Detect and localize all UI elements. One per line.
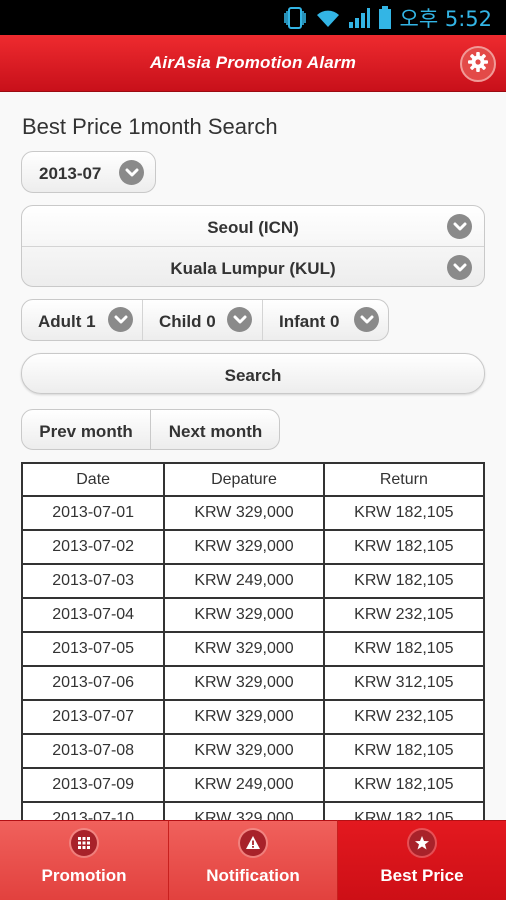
cell-return: KRW 182,105 xyxy=(322,495,486,531)
cell-return: KRW 312,105 xyxy=(322,665,486,701)
next-month-label: Next month xyxy=(168,422,263,441)
bottom-tab-bar: Promotion Notification Best Price xyxy=(0,820,506,900)
next-month-button[interactable]: Next month xyxy=(151,410,279,449)
search-button-label: Search xyxy=(224,366,282,385)
tab-promotion[interactable]: Promotion xyxy=(0,820,169,900)
cell-date: 2013-07-01 xyxy=(21,495,166,531)
child-value: Child 0 xyxy=(159,312,216,331)
cell-date: 2013-07-04 xyxy=(21,597,166,633)
origin-value: Seoul (ICN) xyxy=(207,218,299,237)
table-row: 2013-07-08 KRW 329,000 KRW 182,105 xyxy=(21,733,486,769)
cell-return: KRW 182,105 xyxy=(322,733,486,769)
warning-icon xyxy=(240,830,266,856)
chevron-down-icon xyxy=(227,307,252,332)
infant-select[interactable]: Infant 0 xyxy=(263,300,388,340)
month-navigation: Prev month Next month xyxy=(21,409,280,450)
tab-notification[interactable]: Notification xyxy=(169,820,338,900)
cell-departure: KRW 329,000 xyxy=(163,597,325,633)
table-row: 2013-07-09 KRW 249,000 KRW 182,105 xyxy=(21,767,486,803)
app-header: AirAsia Promotion Alarm xyxy=(0,35,506,92)
chevron-down-icon xyxy=(354,307,379,332)
cell-departure: KRW 329,000 xyxy=(163,529,325,565)
wifi-icon xyxy=(316,7,340,29)
cell-departure: KRW 329,000 xyxy=(163,699,325,735)
cell-return: KRW 182,105 xyxy=(322,631,486,667)
month-select[interactable]: 2013-07 xyxy=(21,151,156,193)
table-row: 2013-07-07 KRW 329,000 KRW 232,105 xyxy=(21,699,486,735)
gear-icon xyxy=(467,51,489,78)
route-selects: Seoul (ICN) Kuala Lumpur (KUL) xyxy=(21,205,485,287)
adult-value: Adult 1 xyxy=(38,312,96,331)
vibrate-icon xyxy=(282,5,308,31)
passenger-selects: Adult 1 Child 0 Infant 0 xyxy=(21,299,389,341)
search-button[interactable]: Search xyxy=(21,353,485,394)
chevron-down-icon xyxy=(447,255,472,280)
destination-value: Kuala Lumpur (KUL) xyxy=(170,259,336,278)
tab-best-price-label: Best Price xyxy=(380,866,464,885)
table-row: 2013-07-01 KRW 329,000 KRW 182,105 xyxy=(21,495,486,531)
results-table: Date Depature Return 2013-07-01 KRW 329,… xyxy=(21,462,486,820)
status-time: 오후 5:52 xyxy=(399,6,492,31)
infant-value: Infant 0 xyxy=(279,312,340,331)
cell-date: 2013-07-09 xyxy=(21,767,166,803)
tab-notification-label: Notification xyxy=(206,866,300,885)
prev-month-button[interactable]: Prev month xyxy=(22,410,151,449)
cell-departure: KRW 249,000 xyxy=(163,563,325,599)
origin-select[interactable]: Seoul (ICN) xyxy=(22,206,484,247)
signal-icon xyxy=(348,7,370,29)
chevron-down-icon xyxy=(447,214,472,239)
app-title: AirAsia Promotion Alarm xyxy=(149,53,357,72)
cell-return: KRW 182,105 xyxy=(322,529,486,565)
results-table-container[interactable]: Date Depature Return 2013-07-01 KRW 329,… xyxy=(21,462,486,820)
table-row: 2013-07-06 KRW 329,000 KRW 312,105 xyxy=(21,665,486,701)
table-row: 2013-07-03 KRW 249,000 KRW 182,105 xyxy=(21,563,486,599)
cell-departure: KRW 329,000 xyxy=(163,495,325,531)
adult-select[interactable]: Adult 1 xyxy=(22,300,143,340)
table-row: 2013-07-04 KRW 329,000 KRW 232,105 xyxy=(21,597,486,633)
cell-departure: KRW 329,000 xyxy=(163,665,325,701)
page-title: Best Price 1month Search xyxy=(22,114,278,139)
table-row: 2013-07-05 KRW 329,000 KRW 182,105 xyxy=(21,631,486,667)
cell-departure: KRW 329,000 xyxy=(163,631,325,667)
cell-date: 2013-07-03 xyxy=(21,563,166,599)
cell-date: 2013-07-07 xyxy=(21,699,166,735)
column-header-date: Date xyxy=(21,462,166,497)
month-select-value: 2013-07 xyxy=(39,164,102,183)
cell-departure: KRW 249,000 xyxy=(163,767,325,803)
tab-best-price[interactable]: Best Price xyxy=(338,820,506,900)
status-icons: 오후 5:52 xyxy=(282,4,492,31)
cell-departure: KRW 329,000 xyxy=(163,733,325,769)
cell-return: KRW 182,105 xyxy=(322,563,486,599)
status-bar: 오후 5:52 xyxy=(0,0,506,35)
cell-date: 2013-07-10 xyxy=(21,801,166,820)
cell-return: KRW 232,105 xyxy=(322,699,486,735)
cell-date: 2013-07-05 xyxy=(21,631,166,667)
child-select[interactable]: Child 0 xyxy=(143,300,263,340)
destination-select[interactable]: Kuala Lumpur (KUL) xyxy=(22,247,484,286)
cell-departure: KRW 329,000 xyxy=(163,801,325,820)
cell-return: KRW 182,105 xyxy=(322,767,486,803)
chevron-down-icon xyxy=(108,307,133,332)
column-header-departure: Depature xyxy=(163,462,325,497)
grid-icon xyxy=(71,830,97,856)
cell-date: 2013-07-02 xyxy=(21,529,166,565)
table-row: 2013-07-10 KRW 329,000 KRW 182,105 xyxy=(21,801,486,820)
cell-date: 2013-07-08 xyxy=(21,733,166,769)
star-icon xyxy=(409,830,435,856)
cell-date: 2013-07-06 xyxy=(21,665,166,701)
table-row: 2013-07-02 KRW 329,000 KRW 182,105 xyxy=(21,529,486,565)
cell-return: KRW 182,105 xyxy=(322,801,486,820)
prev-month-label: Prev month xyxy=(39,422,133,441)
column-header-return: Return xyxy=(322,462,486,497)
battery-icon xyxy=(378,5,392,30)
tab-promotion-label: Promotion xyxy=(41,866,127,885)
chevron-down-icon xyxy=(119,160,144,185)
table-header-row: Date Depature Return xyxy=(21,462,486,497)
cell-return: KRW 232,105 xyxy=(322,597,486,633)
settings-button[interactable] xyxy=(460,46,496,82)
